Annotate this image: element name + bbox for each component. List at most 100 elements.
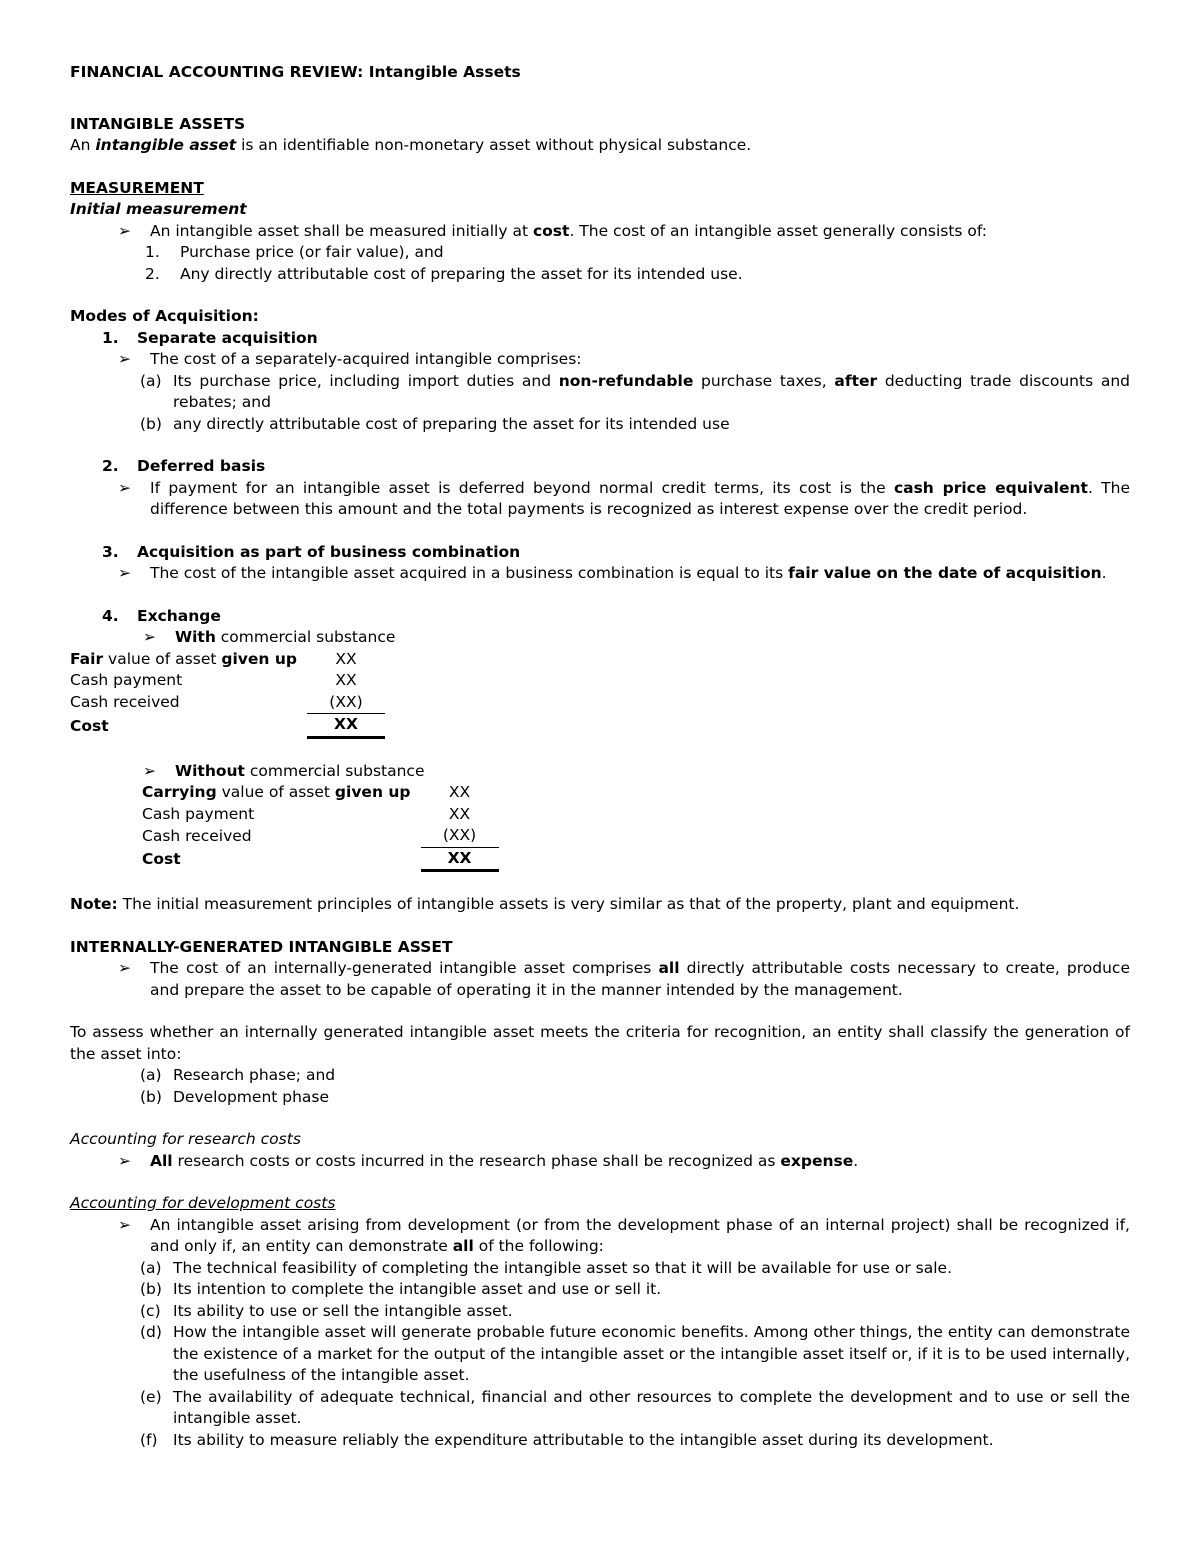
heading-modes-of-acquisition: Modes of Acquisition: [70,307,259,325]
label-rest: Cash received [70,693,180,711]
list-marker: 1. [102,328,119,347]
row-label: Cash received [70,692,307,714]
arrow-bullet-icon: ➢ [118,1151,131,1170]
text-emphasis: non-refundable [558,371,694,390]
row-amount: XX [306,713,385,739]
text-emphasis: fair value on the date of acquisition [788,564,1102,582]
list-item-text: Its ability to measure reliably the expe… [173,1430,994,1449]
text-part: An intangible asset arising from develop… [150,1215,1130,1256]
text-emphasis: all [452,1237,474,1255]
table-row-total: Cost XX [70,847,499,872]
label-bold: Fair [70,649,104,668]
text-part: commercial substance [244,761,425,780]
label-bold: Cost [142,850,181,868]
table-row-total: Cost XX [70,713,385,739]
list-item: ➢ All research costs or costs incurred i… [70,1151,1130,1173]
table-row: Fair value of asset given up XX [70,649,385,671]
list-item-text: Any directly attributable cost of prepar… [180,264,743,283]
mode-title: Deferred basis [137,457,266,475]
list-item-text: Development phase [173,1087,330,1106]
assess-paragraph: To assess whether an internally generate… [70,1023,1130,1063]
heading-development-costs: Accounting for development costs [70,1194,336,1212]
heading-intangible-assets: INTANGIBLE ASSETS [70,114,246,133]
list-item: (f) Its ability to measure reliably the … [70,1430,1130,1452]
list-marker: 1. [145,243,160,261]
text-emphasis: Without [175,761,245,780]
text-part: commercial substance [215,628,396,646]
label-bold: Cost [70,716,109,735]
arrow-bullet-icon: ➢ [118,350,131,368]
row-label: Fair value of asset given up [70,649,307,671]
list-item-text: The availability of adequate technical, … [173,1387,1130,1428]
list-item: 1. Purchase price (or fair value), and [70,242,1130,264]
list-item-text: Its purchase price, including import dut… [173,371,1130,414]
row-label: Cost [70,714,307,738]
list-item-text: All research costs or costs incurred in … [150,1151,1130,1173]
text-emphasis: With [175,628,216,646]
note-label: Note: [70,895,118,913]
list-item-text: An intangible asset arising from develop… [150,1215,1130,1258]
document-body: FINANCIAL ACCOUNTING REVIEW: Intangible … [70,62,1130,1451]
row-label: Carrying value of asset given up [70,782,421,804]
table-row: Cash received (XX) [70,691,385,714]
text-part: An intangible asset shall be measured in… [150,221,533,240]
table-row: Cash payment XX [70,670,385,692]
list-marker: (d) [140,1323,162,1341]
list-marker: (b) [140,414,162,433]
exchange-with-commercial-substance-table: Fair value of asset given up XX Cash pay… [70,649,385,739]
list-item: (a) The technical feasibility of complet… [70,1258,1130,1280]
list-item: (b) any directly attributable cost of pr… [70,414,1130,436]
text-emphasis: expense [780,1151,854,1170]
label-rest: value of asset [216,783,335,801]
list-marker: (b) [140,1280,162,1298]
mode-title: Acquisition as part of business combinat… [137,542,521,561]
list-marker: (a) [140,1258,162,1277]
arrow-bullet-icon: ➢ [143,761,156,780]
note-paragraph: Note: The initial measurement principles… [70,894,1130,916]
row-amount: XX [448,783,471,801]
document-page: FINANCIAL ACCOUNTING REVIEW: Intangible … [0,0,1200,1553]
text-emphasis: after [834,371,878,390]
list-marker: (b) [140,1087,162,1106]
row-amount: XX [335,649,357,668]
list-item: (a) Its purchase price, including import… [70,371,1130,414]
list-item-text: How the intangible asset will generate p… [173,1323,1130,1384]
text-emphasis: all [658,959,680,977]
text-part: The cost of an internally-generated inta… [150,959,659,977]
row-label: Cash received [70,825,421,847]
list-marker: 3. [102,542,119,561]
text-part: . The cost of an intangible asset genera… [569,221,988,240]
row-amount: XX [420,847,499,872]
list-item-text: An intangible asset shall be measured in… [150,221,1130,243]
list-item-text: Its intention to complete the intangible… [173,1280,662,1298]
label-bold2: given up [334,783,411,801]
definition-prefix: An [70,136,96,154]
list-item: ➢ If payment for an intangible asset is … [70,478,1130,521]
list-item: ➢ The cost of a separately-acquired inta… [70,349,1130,371]
list-item: ➢ An intangible asset arising from devel… [70,1215,1130,1258]
row-amount: (XX) [306,691,385,714]
table-row: Cash payment XX [70,804,499,826]
text-part: Its purchase price, including import dut… [173,371,559,390]
list-marker: (c) [140,1301,161,1320]
list-marker: (a) [140,371,162,390]
list-item: 2. Any directly attributable cost of pre… [70,264,1130,286]
list-item-text: Its ability to use or sell the intangibl… [173,1301,513,1320]
subheading-initial-measurement: Initial measurement [70,200,247,218]
row-amount: (XX) [420,825,499,848]
list-item-with-commercial-substance: ➢ With commercial substance [70,627,1130,649]
list-item-text: The technical feasibility of completing … [173,1258,953,1277]
text-emphasis: cash price equivalent [893,478,1088,497]
list-item-text: Purchase price (or fair value), and [180,243,444,261]
mode-1-heading: 1. Separate acquisition [70,328,1130,350]
text-part: purchase taxes, [693,371,835,390]
row-label: Cash payment [70,804,421,826]
list-item-text: If payment for an intangible asset is de… [150,478,1130,521]
